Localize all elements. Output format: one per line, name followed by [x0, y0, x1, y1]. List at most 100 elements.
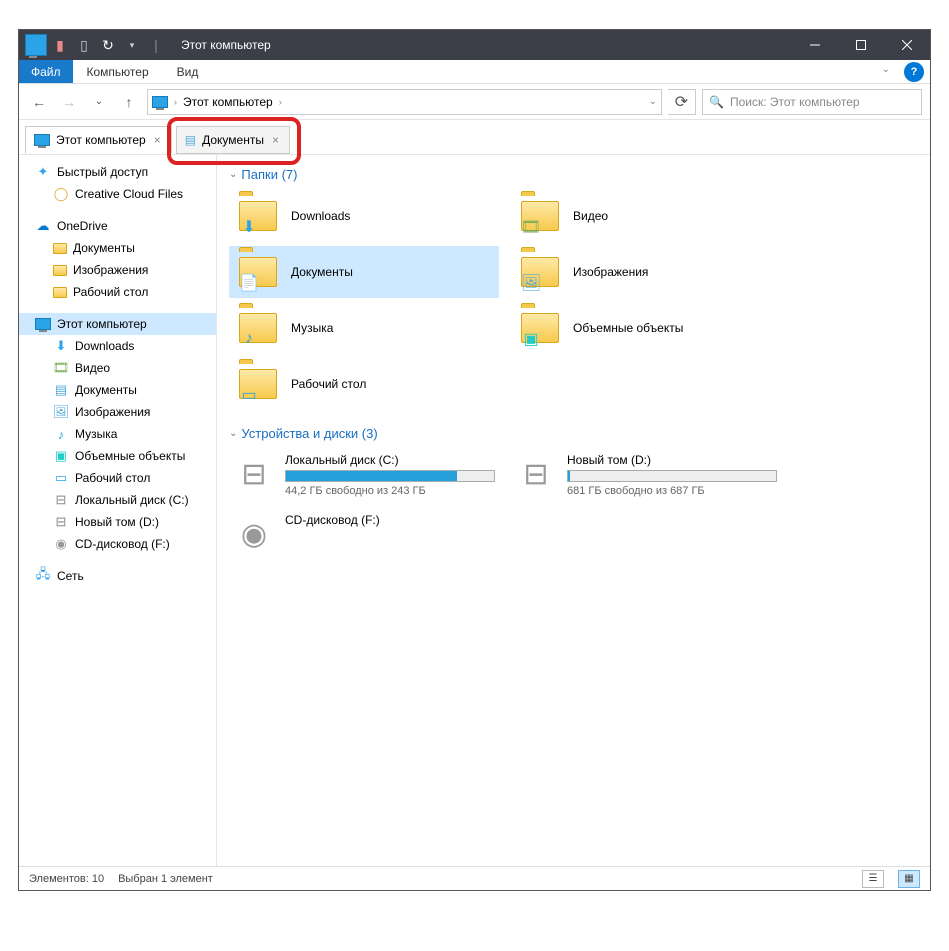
ribbon-computer-tab[interactable]: Компьютер [73, 60, 163, 83]
address-bar[interactable]: › Этот компьютер › ⌄ [147, 89, 662, 115]
sidebar-this-pc[interactable]: Этот компьютер [19, 313, 216, 335]
picture-icon: 🖼 [53, 404, 69, 420]
drive-icon: ◉ [233, 513, 275, 555]
drive-freespace: 681 ГБ свободно из 687 ГБ [567, 485, 777, 497]
sidebar-creative-cloud[interactable]: ◯Creative Cloud Files [19, 183, 216, 205]
drive-item[interactable]: ⊟ Локальный диск (C:) 44,2 ГБ свободно и… [229, 449, 499, 501]
sidebar-od-desktop[interactable]: Рабочий стол [19, 281, 216, 303]
drive-freespace: 44,2 ГБ свободно из 243 ГБ [285, 485, 495, 497]
drive-icon: ⊟ [233, 453, 275, 495]
tab-documents[interactable]: ▤ Документы × [176, 126, 290, 154]
pc-icon [25, 34, 47, 56]
sidebar-onedrive[interactable]: ☁OneDrive [19, 215, 216, 237]
quick-access-toolbar: ▮ ▯ ↻ ▾ | [19, 34, 173, 56]
group-folders-header[interactable]: ⌄ Папки (7) [229, 167, 918, 182]
address-history-icon[interactable]: ⌄ [649, 96, 657, 107]
sidebar-desktop[interactable]: ▭Рабочий стол [19, 467, 216, 489]
tab-this-pc[interactable]: Этот компьютер × [25, 126, 172, 154]
sidebar-od-documents[interactable]: Документы [19, 237, 216, 259]
folder-item[interactable]: ▭ Рабочий стол [229, 358, 499, 410]
folder-icon: 📄 [237, 251, 279, 293]
folder-item[interactable]: 🖼 Изображения [511, 246, 781, 298]
pc-icon [34, 134, 50, 146]
network-icon: 🖧 [35, 568, 51, 584]
status-item-count: Элементов: 10 [29, 873, 104, 885]
folder-item[interactable]: 🎞 Видео [511, 190, 781, 242]
chevron-right-icon[interactable]: › [279, 97, 282, 107]
minimize-button[interactable] [792, 30, 838, 60]
sidebar-local-disk-c[interactable]: ⊟Локальный диск (C:) [19, 489, 216, 511]
drive-icon: ⊟ [515, 453, 557, 495]
folder-item[interactable]: ⬇ Downloads [229, 190, 499, 242]
cd-icon: ◉ [53, 536, 69, 552]
tab-close-icon[interactable]: × [152, 133, 163, 147]
address-row: ← → ⌄ ↑ › Этот компьютер › ⌄ ⟳ 🔍 Поиск: … [19, 84, 930, 120]
sidebar-quick-access[interactable]: ✦Быстрый доступ [19, 161, 216, 183]
folder-icon: ▭ [237, 363, 279, 405]
drive-icon: ⊟ [53, 514, 69, 530]
status-selection: Выбран 1 элемент [118, 873, 213, 885]
help-button[interactable]: ? [904, 62, 924, 82]
tab-label: Этот компьютер [56, 133, 146, 147]
music-icon: ♪ [53, 426, 69, 442]
onedrive-icon: ☁ [35, 218, 51, 234]
group-drives-header[interactable]: ⌄ Устройства и диски (3) [229, 426, 918, 441]
view-details-button[interactable]: ☰ [862, 870, 884, 888]
address-pc-icon [152, 96, 168, 108]
address-segment[interactable]: Этот компьютер [183, 95, 273, 109]
qat-properties-icon[interactable]: ▮ [49, 34, 71, 56]
qat-undo-icon[interactable]: ↻ [97, 34, 119, 56]
folder-item[interactable]: ♪ Музыка [229, 302, 499, 354]
video-icon: 🎞 [53, 360, 69, 376]
chevron-right-icon[interactable]: › [174, 97, 177, 107]
nav-up-button[interactable]: ↑ [117, 90, 141, 114]
ribbon-file-tab[interactable]: Файл [19, 60, 73, 83]
folder-icon [53, 243, 67, 254]
folder-item[interactable]: 📄 Документы [229, 246, 499, 298]
star-icon: ✦ [35, 164, 51, 180]
sidebar-od-pictures[interactable]: Изображения [19, 259, 216, 281]
qat-newfolder-icon[interactable]: ▯ [73, 34, 95, 56]
sidebar-pictures[interactable]: 🖼Изображения [19, 401, 216, 423]
maximize-button[interactable] [838, 30, 884, 60]
folder-label: Рабочий стол [291, 377, 366, 391]
drive-item[interactable]: ⊟ Новый том (D:) 681 ГБ свободно из 687 … [511, 449, 781, 501]
window-title: Этот компьютер [173, 38, 792, 52]
ribbon-expand-icon[interactable]: ⌄ [874, 60, 898, 83]
sidebar-new-volume-d[interactable]: ⊟Новый том (D:) [19, 511, 216, 533]
refresh-button[interactable]: ⟳ [668, 89, 696, 115]
sidebar-documents[interactable]: ▤Документы [19, 379, 216, 401]
tab-close-icon[interactable]: × [270, 133, 281, 147]
document-icon: ▤ [185, 133, 196, 147]
sidebar: ✦Быстрый доступ ◯Creative Cloud Files ☁O… [19, 155, 217, 866]
folder-icon [53, 265, 67, 276]
nav-recent-button[interactable]: ⌄ [87, 90, 111, 114]
search-icon: 🔍 [709, 95, 724, 109]
folder-label: Музыка [291, 321, 333, 335]
document-icon: ▤ [53, 382, 69, 398]
sidebar-videos[interactable]: 🎞Видео [19, 357, 216, 379]
search-placeholder: Поиск: Этот компьютер [730, 95, 860, 109]
pc-icon [35, 318, 51, 330]
sidebar-cd-drive-f[interactable]: ◉CD-дисковод (F:) [19, 533, 216, 555]
view-tiles-button[interactable]: ▦ [898, 870, 920, 888]
sidebar-3d-objects[interactable]: ▣Объемные объекты [19, 445, 216, 467]
nav-back-button[interactable]: ← [27, 90, 51, 114]
folder-icon: ▣ [519, 307, 561, 349]
close-button[interactable] [884, 30, 930, 60]
search-box[interactable]: 🔍 Поиск: Этот компьютер [702, 89, 922, 115]
folder-item[interactable]: ▣ Объемные объекты [511, 302, 781, 354]
qat-dropdown-icon[interactable]: ▾ [121, 34, 143, 56]
caret-down-icon: ⌄ [229, 169, 237, 180]
sidebar-downloads[interactable]: ⬇Downloads [19, 335, 216, 357]
nav-forward-button[interactable]: → [57, 90, 81, 114]
ribbon-view-tab[interactable]: Вид [163, 60, 213, 83]
folder-label: Downloads [291, 209, 350, 223]
content-pane: ⌄ Папки (7) ⬇ Downloads 🎞 Видео 📄 Докуме… [217, 155, 930, 866]
sidebar-network[interactable]: 🖧Сеть [19, 565, 216, 587]
sidebar-music[interactable]: ♪Музыка [19, 423, 216, 445]
drive-label: CD-дисковод (F:) [285, 513, 495, 527]
drive-item[interactable]: ◉ CD-дисковод (F:) [229, 509, 499, 559]
folder-icon: ♪ [237, 307, 279, 349]
folder-icon: 🖼 [519, 251, 561, 293]
